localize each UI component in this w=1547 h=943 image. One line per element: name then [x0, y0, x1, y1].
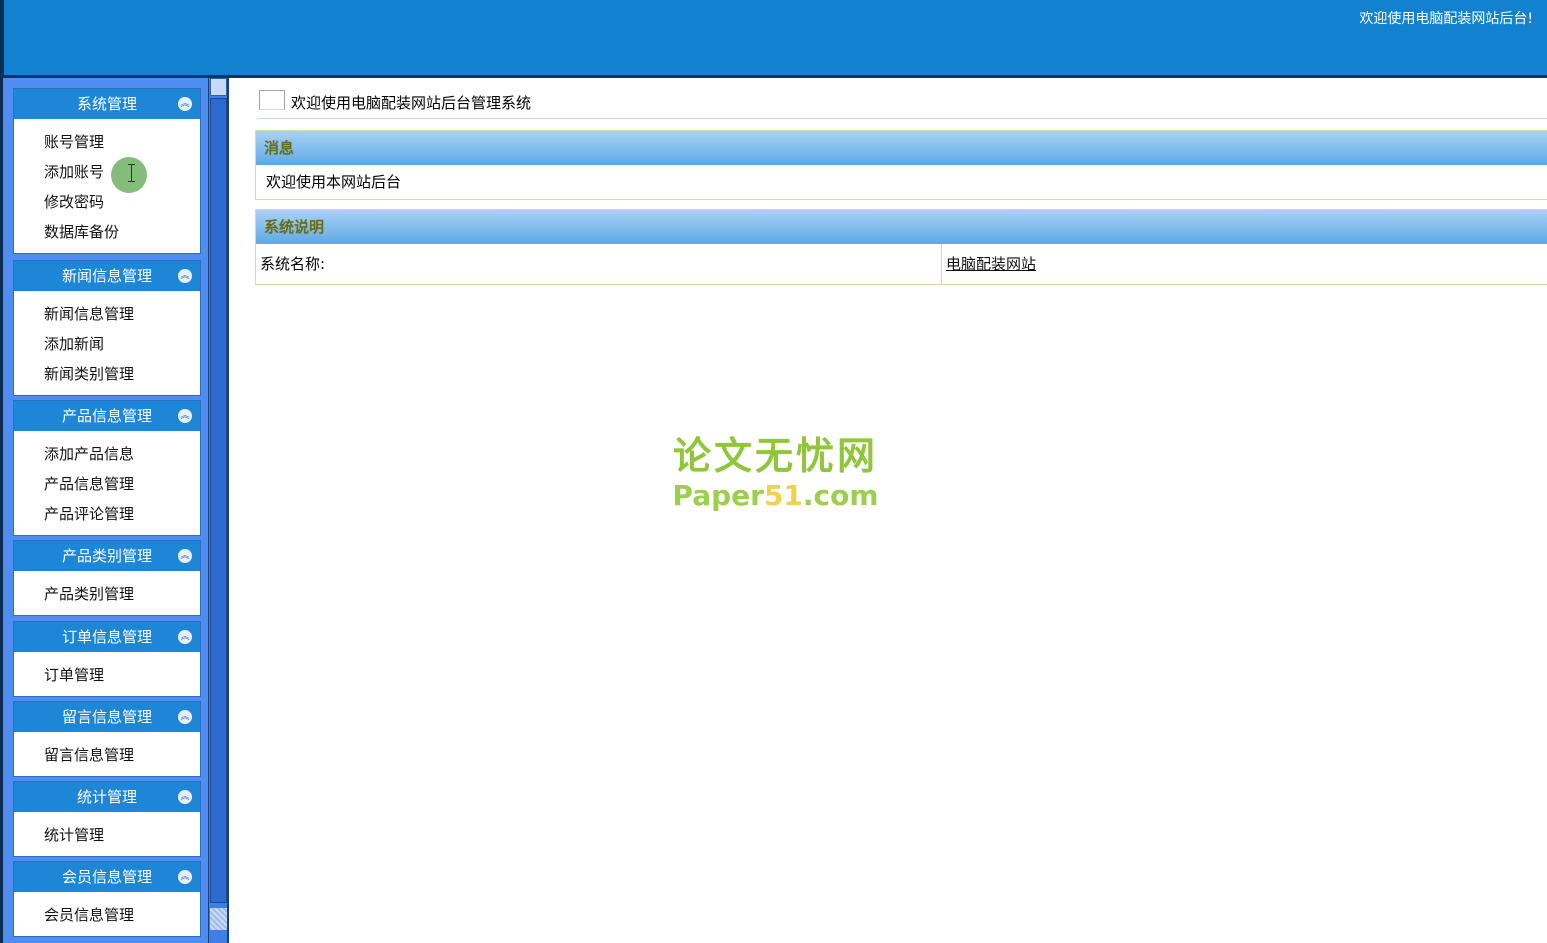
sidebar-item-news-manage[interactable]: 新闻信息管理	[44, 299, 200, 329]
sidebar-group-news: 新闻信息管理 ︽ 新闻信息管理 添加新闻 新闻类别管理	[13, 260, 201, 396]
sidebar-item-product-comments[interactable]: 产品评论管理	[44, 499, 200, 529]
sidebar-group-system: 系统管理 ︽ 账号管理 添加账号 修改密码 数据库备份	[13, 88, 201, 254]
sidebar-item-member-manage[interactable]: 会员信息管理	[44, 900, 200, 930]
top-banner: 欢迎使用电脑配装网站后台!	[0, 0, 1547, 78]
sidebar-group-messages: 留言信息管理 ︽ 留言信息管理	[13, 701, 201, 777]
watermark-en: Paper51.com	[672, 479, 879, 512]
group-title: 系统管理	[76, 95, 137, 113]
main-content: 欢迎使用电脑配装网站后台管理系统 消息 欢迎使用本网站后台 系统说明 系统名称:…	[231, 78, 1547, 943]
scroll-up-button[interactable]	[210, 78, 227, 96]
collapse-icon[interactable]: ︽	[178, 710, 192, 724]
sidebar-item-message-manage[interactable]: 留言信息管理	[44, 740, 200, 770]
text-cursor-icon	[127, 162, 137, 184]
system-name-value: 电脑配装网站	[942, 244, 1036, 284]
sidebar-item-product-category-manage[interactable]: 产品类别管理	[44, 579, 200, 609]
sidebar-item-account-manage[interactable]: 账号管理	[44, 127, 200, 157]
group-header-messages[interactable]: 留言信息管理 ︽	[14, 702, 200, 732]
scroll-track-bottom[interactable]	[210, 908, 227, 930]
welcome-text: 欢迎使用电脑配装网站后台!	[1359, 11, 1533, 27]
title-divider	[257, 118, 1547, 119]
collapse-icon[interactable]: ︽	[178, 97, 192, 111]
sidebar-item-news-category[interactable]: 新闻类别管理	[44, 359, 200, 389]
collapse-icon[interactable]: ︽	[178, 870, 192, 884]
system-info-panel: 系统说明 系统名称: 电脑配装网站	[255, 209, 1547, 285]
sidebar: 系统管理 ︽ 账号管理 添加账号 修改密码 数据库备份 新闻信息管理 ︽ 新闻信…	[0, 78, 208, 943]
collapse-icon[interactable]: ︽	[178, 549, 192, 563]
page-title: 欢迎使用电脑配装网站后台管理系统	[291, 94, 532, 112]
system-name-label: 系统名称:	[256, 244, 942, 284]
group-title: 产品信息管理	[61, 407, 152, 425]
sidebar-item-product-manage[interactable]: 产品信息管理	[44, 469, 200, 499]
message-panel: 消息 欢迎使用本网站后台	[255, 130, 1547, 200]
message-panel-header: 消息	[256, 131, 1547, 165]
sidebar-item-db-backup[interactable]: 数据库备份	[44, 217, 200, 247]
group-header-product[interactable]: 产品信息管理 ︽	[14, 401, 200, 431]
system-info-header: 系统说明	[256, 210, 1547, 244]
banner-edge	[0, 0, 4, 78]
collapse-icon[interactable]: ︽	[178, 269, 192, 283]
sidebar-group-stats: 统计管理 ︽ 统计管理	[13, 781, 201, 857]
sidebar-group-product-category: 产品类别管理 ︽ 产品类别管理	[13, 540, 201, 616]
group-header-system[interactable]: 系统管理 ︽	[14, 89, 200, 119]
collapse-icon[interactable]: ︽	[178, 630, 192, 644]
group-title: 留言信息管理	[61, 708, 152, 726]
sidebar-item-add-product[interactable]: 添加产品信息	[44, 439, 200, 469]
collapse-icon[interactable]: ︽	[178, 790, 192, 804]
scroll-thumb[interactable]	[210, 98, 227, 903]
sidebar-group-orders: 订单信息管理 ︽ 订单管理	[13, 621, 201, 697]
group-header-stats[interactable]: 统计管理 ︽	[14, 782, 200, 812]
group-header-orders[interactable]: 订单信息管理 ︽	[14, 622, 200, 652]
sidebar-item-order-manage[interactable]: 订单管理	[44, 660, 200, 690]
sidebar-item-add-news[interactable]: 添加新闻	[44, 329, 200, 359]
system-name-link[interactable]: 电脑配装网站	[946, 255, 1036, 273]
sidebar-group-members: 会员信息管理 ︽ 会员信息管理	[13, 861, 201, 937]
group-title: 会员信息管理	[61, 868, 152, 886]
group-title: 新闻信息管理	[61, 267, 152, 285]
watermark-cn: 论文无忧网	[672, 434, 878, 478]
sidebar-group-product: 产品信息管理 ︽ 添加产品信息 产品信息管理 产品评论管理	[13, 400, 201, 536]
group-title: 订单信息管理	[61, 628, 152, 646]
group-header-members[interactable]: 会员信息管理 ︽	[14, 862, 200, 892]
group-title: 统计管理	[76, 788, 137, 806]
system-name-row: 系统名称: 电脑配装网站	[256, 244, 1547, 284]
group-header-news[interactable]: 新闻信息管理 ︽	[14, 261, 200, 291]
group-header-product-category[interactable]: 产品类别管理 ︽	[14, 541, 200, 571]
message-panel-body: 欢迎使用本网站后台	[266, 173, 402, 191]
group-title: 产品类别管理	[61, 547, 152, 565]
sidebar-scrollbar[interactable]	[208, 78, 229, 943]
collapse-icon[interactable]: ︽	[178, 409, 192, 423]
watermark: 论文无忧网 Paper51.com	[668, 432, 883, 512]
sidebar-item-stats-manage[interactable]: 统计管理	[44, 820, 200, 850]
